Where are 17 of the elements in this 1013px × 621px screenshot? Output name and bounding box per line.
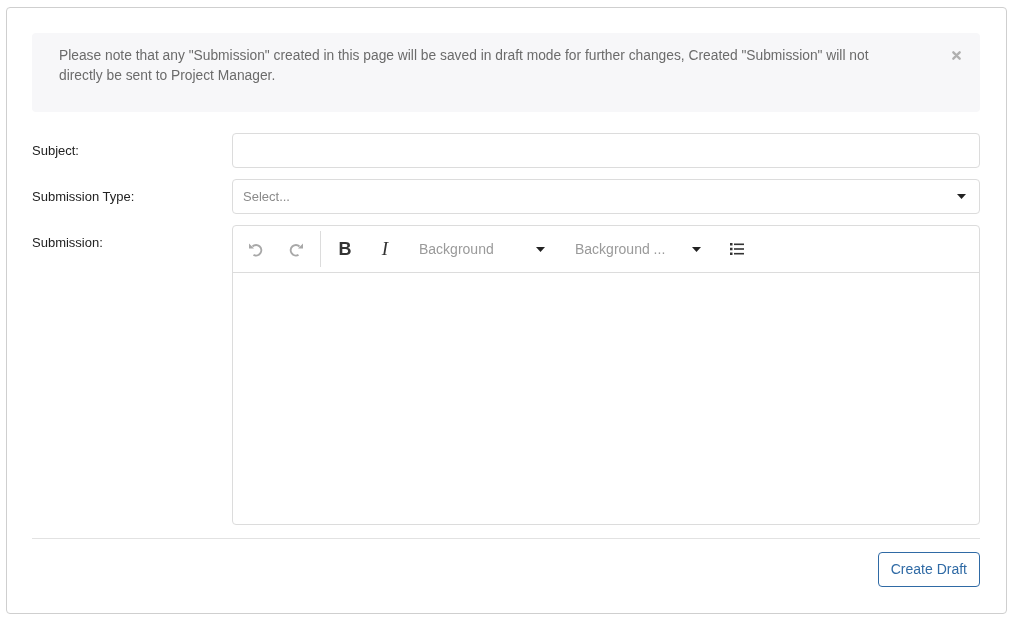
field-label: Subject:	[32, 143, 80, 159]
subject-input[interactable]	[232, 133, 980, 168]
caret-icon	[692, 246, 701, 252]
field-label: Submission Type:	[32, 189, 136, 205]
notice-message: Please note that any "Submission" created in this page will be saved in draft mode for further changes, Created "Submission" will not directly be sent to Project Manager.	[59, 47, 870, 85]
type-select[interactable]: Select...	[232, 179, 980, 214]
field-label: Submission:	[32, 235, 104, 251]
redo-icon	[288, 241, 304, 257]
bold-button[interactable]: B	[329, 233, 361, 265]
caret-icon	[957, 194, 966, 199]
italic-button[interactable]: I	[369, 233, 401, 265]
bullet-list-icon	[730, 243, 744, 255]
undo-icon	[248, 241, 264, 257]
caret-icon	[536, 246, 545, 252]
close-icon[interactable]	[952, 51, 961, 60]
create-draft-button[interactable]: Create Draft	[877, 552, 980, 587]
rich-text-editor[interactable]: B I Background Background ...	[232, 225, 980, 525]
